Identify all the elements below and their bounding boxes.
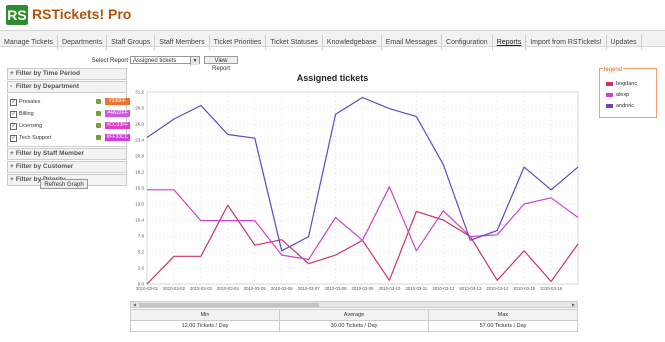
x-tick-label: 2010-03-05 xyxy=(244,286,267,291)
chart-legend: legend bogdanc alexp andreic xyxy=(599,67,657,118)
legend-swatch xyxy=(606,92,613,97)
x-tick-label: 2010-03-04 xyxy=(217,286,240,291)
y-tick-label: 7.8 xyxy=(138,234,145,239)
x-tick-label: 2010-03-08 xyxy=(325,286,348,291)
stats-header-row: Min Average Max xyxy=(130,309,578,321)
legend-title: legend xyxy=(603,67,624,73)
y-tick-label: 23.4 xyxy=(135,138,144,143)
x-tick-label: 2010-03-14 xyxy=(486,286,509,291)
y-tick-label: 31.2 xyxy=(135,90,144,95)
scroll-thumb[interactable] xyxy=(139,303,319,307)
x-tick-label: 2010-03-07 xyxy=(298,286,321,291)
legend-swatch xyxy=(606,81,613,86)
stats-value-row: 12.00 Tickets / Day 30.00 Tickets / Day … xyxy=(130,320,578,332)
legend-label: bogdanc xyxy=(616,81,638,87)
legend-label: andreic xyxy=(616,103,635,109)
x-tick-label: 2010-03-06 xyxy=(271,286,294,291)
stats-value: 12.00 Tickets / Day xyxy=(130,320,280,332)
y-tick-label: 15.6 xyxy=(135,186,144,191)
x-axis-ticks: 2010-03-01 2010-03-02 2010-03-03 2010-03-04… xyxy=(136,286,563,291)
stats-header: Min xyxy=(130,309,280,321)
stats-table: Min Average Max 12.00 Tickets / Day 30.0… xyxy=(130,309,578,332)
y-tick-label: 10.4 xyxy=(135,218,144,223)
legend-swatch xyxy=(606,103,613,108)
stats-header: Max xyxy=(428,309,578,321)
chart-scrollbar[interactable]: ◀ ▶ xyxy=(130,301,578,308)
line-chart: 0.02.65.27.810.413.015.618.220.823.426.0… xyxy=(135,90,579,291)
y-tick-label: 18.2 xyxy=(135,170,144,175)
x-tick-label: 2010-03-09 xyxy=(352,286,375,291)
x-tick-label: 2010-03-13 xyxy=(459,286,482,291)
y-tick-label: 5.2 xyxy=(138,250,145,255)
x-tick-label: 2010-03-11 xyxy=(406,286,428,291)
x-tick-label: 2010-03-10 xyxy=(378,286,401,291)
x-tick-label: 2010-03-01 xyxy=(136,286,159,291)
scroll-left-icon[interactable]: ◀ xyxy=(131,302,138,307)
legend-item: andreic xyxy=(606,102,634,110)
y-tick-label: 26.0 xyxy=(135,122,144,127)
legend-item: bogdanc xyxy=(606,80,637,88)
y-tick-label: 28.6 xyxy=(135,106,144,111)
legend-label: alexp xyxy=(616,92,630,98)
x-tick-label: 2010-03-03 xyxy=(190,286,213,291)
x-tick-label: 2010-03-02 xyxy=(163,286,186,291)
y-tick-label: 13.0 xyxy=(135,202,144,207)
chart-grid xyxy=(146,91,579,285)
x-tick-label: 2010-03-16 xyxy=(540,286,563,291)
scroll-right-icon[interactable]: ▶ xyxy=(570,302,577,307)
x-tick-label: 2010-03-15 xyxy=(513,286,536,291)
y-axis-ticks: 0.02.65.27.810.413.015.618.220.823.426.0… xyxy=(135,90,144,287)
y-tick-label: 20.8 xyxy=(135,154,144,159)
y-tick-label: 2.6 xyxy=(138,266,145,271)
x-tick-label: 2010-03-12 xyxy=(432,286,455,291)
stats-value: 30.00 Tickets / Day xyxy=(279,320,429,332)
legend-item: alexp xyxy=(606,91,629,99)
stats-header: Average xyxy=(279,309,429,321)
stats-value: 57.00 Tickets / Day xyxy=(428,320,578,332)
